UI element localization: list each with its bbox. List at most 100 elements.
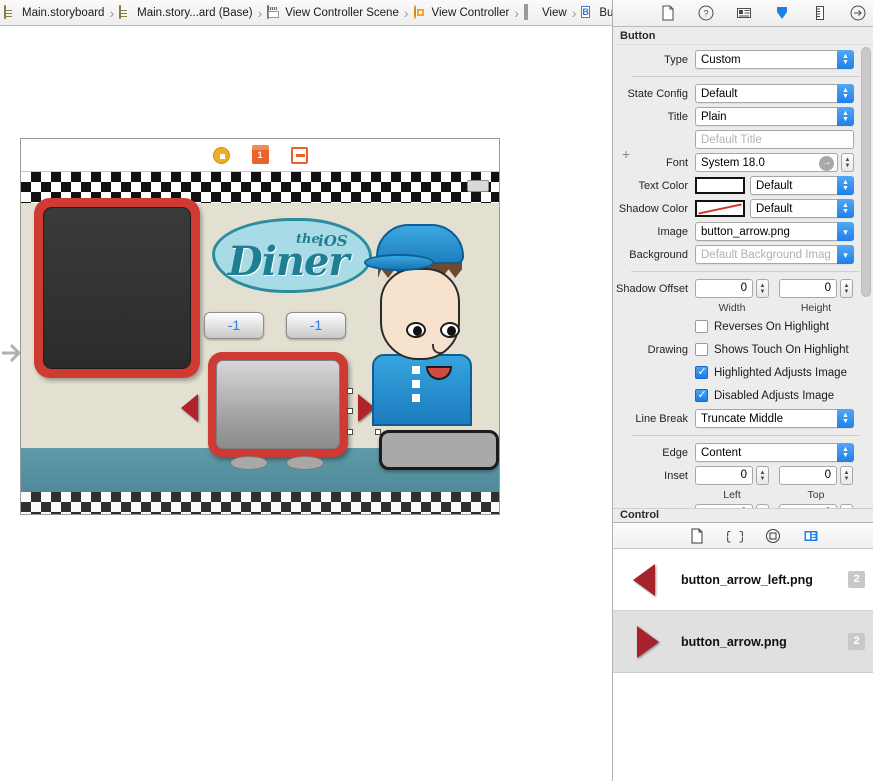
breadcrumb-item-button[interactable]: B Button: [579, 0, 612, 25]
list-item[interactable]: button_arrow_left.png 2: [613, 549, 873, 611]
code-snippet-library-icon[interactable]: { }: [724, 528, 746, 544]
shadow-offset-height-input[interactable]: 0: [779, 279, 837, 298]
shadow-offset-sublabels: Width Height: [613, 300, 873, 315]
breadcrumb-item-scene[interactable]: View Controller Scene: [265, 0, 401, 25]
line-break-popup[interactable]: Truncate Middle ▲ ▼: [695, 409, 854, 428]
reverses-on-highlight-label: Reverses On Highlight: [714, 320, 830, 333]
media-library-icon[interactable]: [803, 528, 819, 544]
text-color-swatch[interactable]: [695, 177, 745, 194]
breadcrumb-item-view[interactable]: View: [522, 0, 569, 25]
size-inspector-icon[interactable]: [812, 5, 828, 21]
view-controller-scene[interactable]: Diner the iOS -1 -1: [20, 138, 500, 515]
diner-logo: Diner the iOS: [212, 218, 372, 293]
font-field[interactable]: System 18.0 →: [695, 153, 838, 172]
text-color-popup[interactable]: Default ▲ ▼: [750, 176, 854, 195]
file-template-library-icon[interactable]: [689, 528, 705, 544]
shadow-offset-width-input[interactable]: 0: [695, 279, 753, 298]
storyboard-icon: [4, 4, 18, 20]
chef-character: [364, 224, 476, 426]
width-sublabel: Width: [718, 301, 746, 314]
chevron-updown-icon: ▲ ▼: [837, 107, 854, 126]
chevron-updown-icon: ▲ ▼: [837, 199, 854, 218]
inspector-toolbar: ?: [613, 0, 873, 27]
shadow-color-popup[interactable]: Default ▲ ▼: [750, 199, 854, 218]
font-row: Font System 18.0 → ▲ ▼: [613, 151, 873, 174]
checkbox-checked-icon: [695, 365, 708, 379]
view-controller-icon[interactable]: [212, 146, 230, 164]
inspector-scrollbar[interactable]: [861, 47, 871, 297]
disabled-adjusts-image-checkbox[interactable]: Disabled Adjusts Image: [695, 386, 834, 406]
state-config-row: State Config Default ▲ ▼: [613, 82, 873, 105]
decrement-button-2[interactable]: -1: [286, 312, 346, 339]
image-combobox[interactable]: button_arrow.png ▾: [695, 222, 854, 241]
breadcrumb-item-view-controller[interactable]: View Controller: [412, 0, 512, 25]
attributes-inspector-icon[interactable]: [774, 5, 790, 21]
shadow-color-swatch[interactable]: [695, 200, 745, 217]
font-size-stepper[interactable]: ▲ ▼: [841, 153, 854, 172]
highlighted-adjusts-image-checkbox[interactable]: Highlighted Adjusts Image: [695, 363, 847, 383]
canvas-nav-arrow-icon[interactable]: [0, 331, 22, 375]
chevron-updown-icon: ▲ ▼: [837, 176, 854, 195]
edge-label: Edge: [662, 446, 688, 459]
app-preview: Diner the iOS -1 -1: [21, 172, 499, 514]
checkbox-checked-icon: [695, 388, 708, 402]
quick-help-icon[interactable]: ?: [698, 5, 714, 21]
inset-left-input[interactable]: 0: [695, 466, 753, 485]
reverses-on-highlight-row: Reverses On Highlight: [613, 315, 873, 338]
chevron-down-icon: ▾: [837, 245, 854, 264]
edge-popup[interactable]: Content ▲ ▼: [695, 443, 854, 462]
arrow-left-icon[interactable]: [181, 394, 198, 422]
background-combobox[interactable]: Default Background Imag ▾: [695, 245, 854, 264]
title-popup[interactable]: Plain ▲ ▼: [695, 107, 854, 126]
connections-inspector-icon[interactable]: [850, 5, 866, 21]
disabled-adjusts-image-row: Disabled Adjusts Image: [613, 384, 873, 407]
background-placeholder: Default Background Imag: [701, 248, 831, 261]
title-input[interactable]: Default Title: [695, 130, 854, 149]
inset-left-stepper[interactable]: ▲ ▼: [756, 466, 769, 485]
state-config-label: State Config: [627, 87, 688, 100]
breadcrumb-separator: ›: [571, 4, 577, 21]
logo-the-text: the: [296, 232, 320, 247]
type-value: Custom: [701, 53, 741, 66]
tv-display: [208, 352, 348, 470]
file-inspector-icon[interactable]: [660, 5, 676, 21]
inset-label: Inset: [664, 469, 688, 482]
divider: [631, 271, 859, 272]
exit-icon[interactable]: [290, 146, 308, 164]
inset-top-stepper[interactable]: ▲ ▼: [840, 466, 853, 485]
line-break-value: Truncate Middle: [701, 412, 784, 425]
type-label: Type: [664, 53, 688, 66]
shadow-offset-height-stepper[interactable]: ▲ ▼: [840, 279, 853, 298]
add-font-variation-button[interactable]: +: [622, 146, 630, 162]
breadcrumb-separator: ›: [109, 4, 115, 21]
shows-touch-on-highlight-checkbox[interactable]: Shows Touch On Highlight: [695, 340, 849, 360]
background-label: Background: [629, 248, 688, 261]
button-icon: B: [581, 5, 590, 18]
checkbox-icon: [695, 343, 708, 356]
first-responder-icon[interactable]: [251, 144, 269, 164]
shadow-color-value: Default: [756, 202, 793, 215]
storyboard-canvas[interactable]: Diner the iOS -1 -1: [0, 26, 612, 781]
inset-row: Inset 0 ▲ ▼ 0 ▲ ▼: [613, 464, 873, 487]
shadow-offset-width-stepper[interactable]: ▲ ▼: [756, 279, 769, 298]
decrement-button-1[interactable]: -1: [204, 312, 264, 339]
state-config-popup[interactable]: Default ▲ ▼: [695, 84, 854, 103]
list-item[interactable]: button_arrow.png 2: [613, 611, 873, 673]
identity-inspector-icon[interactable]: [736, 5, 752, 21]
inset-top-input[interactable]: 0: [779, 466, 837, 485]
reverses-on-highlight-checkbox[interactable]: Reverses On Highlight: [695, 317, 829, 337]
list-item-label: button_arrow_left.png: [681, 572, 813, 587]
type-popup[interactable]: Custom ▲ ▼: [695, 50, 854, 69]
speech-bubble: [379, 430, 499, 470]
view-controller-icon: [413, 4, 428, 20]
chevron-down-icon: ▾: [837, 222, 854, 241]
image-value: button_arrow.png: [701, 225, 790, 238]
font-picker-icon[interactable]: →: [819, 156, 834, 171]
font-value: System 18.0: [701, 156, 765, 169]
breadcrumb-item-base[interactable]: Main.story...ard (Base): [117, 0, 254, 25]
divider: [631, 76, 859, 77]
object-library-icon[interactable]: [765, 528, 781, 544]
edge-value: Content: [701, 446, 742, 459]
shadow-color-row: Shadow Color Default ▲ ▼: [613, 197, 873, 220]
breadcrumb-item-storyboard[interactable]: Main.storyboard: [2, 0, 106, 25]
